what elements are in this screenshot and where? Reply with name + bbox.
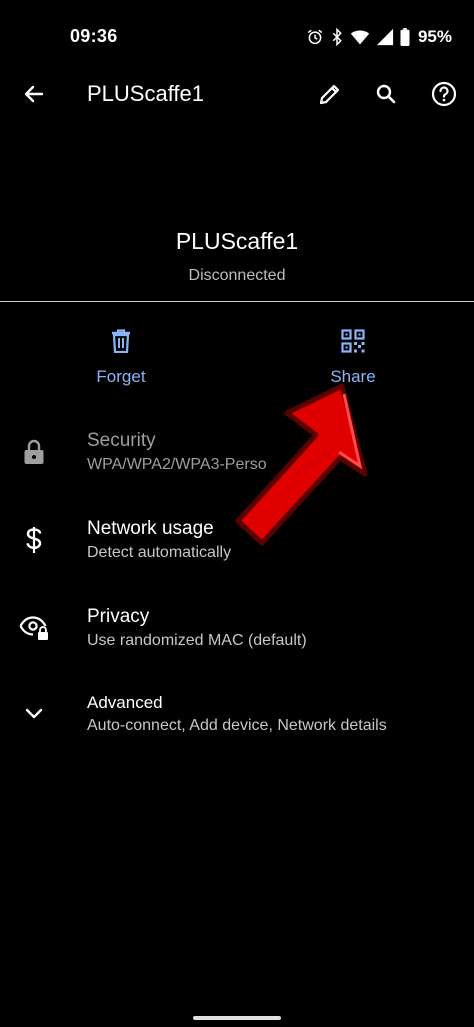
battery-icon [400, 28, 410, 46]
wifi-icon [350, 28, 370, 46]
search-icon [376, 84, 396, 104]
security-title: Security [87, 430, 156, 451]
chevron-down-icon [14, 694, 54, 734]
privacy-summary: Use randomized MAC (default) [87, 632, 307, 649]
battery-percent: 95% [417, 27, 452, 46]
lock-icon [14, 432, 54, 472]
back-arrow-icon [24, 85, 44, 103]
status-time: 09:36 [70, 26, 118, 46]
trash-icon [51, 322, 191, 360]
network-header: PLUScaffe1 Disconnected [0, 225, 474, 287]
divider [0, 301, 474, 302]
search-button[interactable] [366, 74, 406, 114]
status-bar: 09:36 95% [0, 0, 474, 72]
advanced-row[interactable]: Advanced Auto-connect, Add device, Netwo… [0, 682, 474, 748]
red-arrow-annotation [235, 383, 368, 546]
eye-lock-icon [14, 608, 54, 648]
forget-button[interactable]: Forget [51, 322, 191, 388]
qr-code-icon [283, 322, 423, 360]
advanced-summary: Auto-connect, Add device, Network detail… [87, 717, 387, 734]
status-icons: 95% [306, 24, 452, 50]
edit-button[interactable] [310, 74, 350, 114]
privacy-row[interactable]: Privacy Use randomized MAC (default) [0, 596, 474, 662]
signal-icon [376, 28, 394, 46]
advanced-title: Advanced [87, 693, 163, 712]
forget-label: Forget [96, 367, 146, 386]
network-usage-title: Network usage [87, 518, 214, 539]
page-title: PLUScaffe1 [87, 81, 205, 106]
bluetooth-icon [330, 28, 344, 46]
help-icon [431, 81, 457, 107]
dollar-icon [14, 520, 54, 560]
privacy-title: Privacy [87, 606, 150, 627]
network-name: PLUScaffe1 [175, 228, 299, 254]
home-indicator[interactable] [193, 1016, 281, 1020]
alarm-icon [306, 28, 324, 46]
help-button[interactable] [424, 74, 464, 114]
app-bar: PLUScaffe1 [0, 72, 474, 120]
connection-status: Disconnected [188, 267, 286, 284]
back-button[interactable] [14, 74, 54, 114]
network-usage-summary: Detect automatically [87, 544, 232, 561]
edit-pencil-icon [319, 84, 340, 105]
